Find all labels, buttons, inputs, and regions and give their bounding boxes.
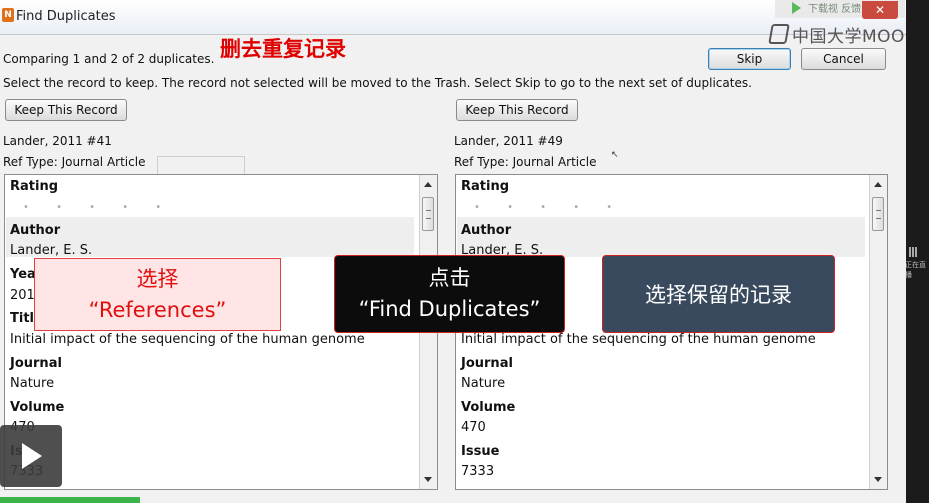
annotation-line: 选择保留的记录 xyxy=(645,283,792,307)
download-icon[interactable] xyxy=(792,2,801,14)
close-button[interactable]: ✕ xyxy=(862,1,898,19)
annotation-title: 删去重复记录 xyxy=(220,37,346,61)
annotation-select-references: 选择 “References” xyxy=(34,258,281,331)
title-value[interactable]: Initial impact of the sequencing of the … xyxy=(461,332,816,347)
scroll-thumb[interactable] xyxy=(872,197,884,231)
window-title: Find Duplicates xyxy=(16,9,116,24)
annotation-select-kept-record: 选择保留的记录 xyxy=(602,255,835,333)
rating-label: Rating xyxy=(461,179,510,194)
video-play-button[interactable] xyxy=(0,425,62,487)
annotation-line: 选择 xyxy=(136,266,179,291)
issue-label: Issue xyxy=(461,444,500,459)
mouse-cursor-icon: ↖ xyxy=(611,150,619,160)
scroll-down-arrow-icon[interactable] xyxy=(424,477,432,482)
year-value[interactable]: 201 xyxy=(10,288,35,303)
issue-value[interactable]: 7333 xyxy=(461,464,494,479)
annotation-click-find-duplicates: 点击 “Find Duplicates” xyxy=(334,255,565,333)
journal-label: Journal xyxy=(10,356,62,371)
endnote-app-icon: N xyxy=(2,8,14,22)
rating-label: Rating xyxy=(10,179,59,194)
author-label: Author xyxy=(461,223,512,238)
right-ref-type: Ref Type: Journal Article xyxy=(454,155,597,169)
author-label: Author xyxy=(10,223,61,238)
mooc-logo-icon xyxy=(768,24,790,44)
audio-level-icon xyxy=(909,246,927,258)
skip-button[interactable]: Skip xyxy=(708,48,791,70)
scroll-up-arrow-icon[interactable] xyxy=(424,182,432,187)
journal-value[interactable]: Nature xyxy=(461,376,505,391)
volume-value[interactable]: 470 xyxy=(461,420,486,435)
year-label: Yea xyxy=(10,267,36,282)
rating-stars[interactable]: • • • • • xyxy=(474,202,624,213)
play-icon xyxy=(22,443,42,469)
volume-label: Volume xyxy=(10,400,65,415)
annotation-line: “Find Duplicates” xyxy=(358,297,541,321)
journal-label: Journal xyxy=(461,356,513,371)
cancel-button[interactable]: Cancel xyxy=(801,48,886,70)
keep-right-record-button[interactable]: Keep This Record xyxy=(456,99,578,121)
scroll-up-arrow-icon[interactable] xyxy=(874,182,882,187)
rating-stars[interactable]: • • • • • xyxy=(23,202,173,213)
right-record-id: Lander, 2011 #49 xyxy=(454,134,563,148)
mooc-watermark: 中国大学MOOC xyxy=(792,27,918,47)
right-scrollbar[interactable] xyxy=(869,175,887,489)
title-label: Titl xyxy=(10,311,34,326)
left-record-id: Lander, 2011 #41 xyxy=(3,134,112,148)
keep-left-record-button[interactable]: Keep This Record xyxy=(5,99,127,121)
annotation-line: 点击 xyxy=(428,266,471,290)
left-ref-type: Ref Type: Journal Article xyxy=(3,155,146,169)
annotation-line: “References” xyxy=(88,297,227,322)
author-value[interactable]: Lander, E. S. xyxy=(10,243,92,258)
comparing-text: Comparing 1 and 2 of 2 duplicates. xyxy=(3,52,215,66)
scroll-down-arrow-icon[interactable] xyxy=(874,477,882,482)
instruction-text: Select the record to keep. The record no… xyxy=(3,76,752,90)
video-progress-bar[interactable] xyxy=(0,497,140,503)
scroll-thumb[interactable] xyxy=(422,197,434,231)
journal-value[interactable]: Nature xyxy=(10,376,54,391)
volume-label: Volume xyxy=(461,400,516,415)
download-feedback-text[interactable]: 下载视 反馈 xyxy=(808,0,861,15)
live-status-text: 正在直播 xyxy=(905,261,926,279)
title-value[interactable]: Initial impact of the sequencing of the … xyxy=(10,332,365,347)
